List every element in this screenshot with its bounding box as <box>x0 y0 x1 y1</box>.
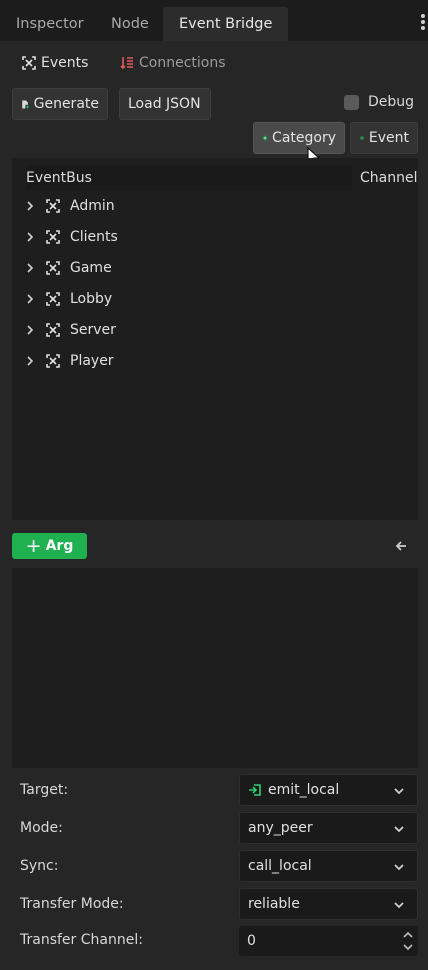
chevron-right-icon[interactable] <box>24 231 36 243</box>
mode-label: Mode: <box>20 820 63 836</box>
add-icon: + <box>25 534 42 557</box>
subtab-connections[interactable]: Connections <box>120 52 226 74</box>
sync-select[interactable]: call_local <box>239 850 418 882</box>
tree-expand-icon <box>46 354 60 368</box>
generate-icon <box>22 100 30 109</box>
chevron-right-icon[interactable] <box>24 324 36 336</box>
tree-item-label: Server <box>70 322 116 338</box>
transfer-mode-select[interactable]: reliable <box>239 888 418 920</box>
tree-expand-icon <box>46 230 60 244</box>
tab-bar: Inspector Node Event Bridge <box>0 0 428 41</box>
sync-value: call_local <box>248 858 312 874</box>
target-value: emit_local <box>268 782 340 798</box>
chevron-down-icon <box>394 864 404 871</box>
event-bridge-panel: Events Connections Generate Load JSON De… <box>0 41 428 970</box>
transfer-channel-value: 0 <box>247 933 256 949</box>
chevron-right-icon[interactable] <box>24 262 36 274</box>
tree-item-label: Lobby <box>70 291 113 307</box>
add-category-label: Category <box>272 130 336 146</box>
transfer-channel-label: Transfer Channel: <box>20 932 143 948</box>
tree-item-player[interactable]: Player <box>24 349 114 373</box>
column-channel[interactable]: Channel <box>348 166 418 190</box>
tab-event-bridge[interactable]: Event Bridge <box>163 7 289 41</box>
tab-inspector[interactable]: Inspector <box>0 7 100 41</box>
subtab-connections-label: Connections <box>139 55 226 71</box>
load-json-button[interactable]: Load JSON <box>119 88 211 120</box>
column-eventbus[interactable]: EventBus <box>26 166 352 190</box>
tree-expand-icon <box>46 199 60 213</box>
mode-select[interactable]: any_peer <box>239 812 418 844</box>
transfer-mode-value: reliable <box>248 896 300 912</box>
target-select[interactable]: emit_local <box>239 774 418 806</box>
transfer-channel-spinbox[interactable]: 0 <box>239 926 418 956</box>
debug-checkbox[interactable] <box>344 94 359 110</box>
add-event-label: Event <box>368 130 409 146</box>
kebab-icon[interactable] <box>420 14 426 32</box>
chevron-down-icon <box>394 788 404 795</box>
tree-item-label: Player <box>70 353 114 369</box>
tree-expand-icon <box>46 323 60 337</box>
mode-value: any_peer <box>248 820 313 836</box>
tree-item-lobby[interactable]: Lobby <box>24 287 112 311</box>
tree-item-game[interactable]: Game <box>24 256 112 280</box>
chevron-down-icon <box>394 902 404 909</box>
tree-item-label: Admin <box>70 198 115 214</box>
connections-icon <box>120 57 133 70</box>
tree-expand-icon <box>46 292 60 306</box>
debug-label: Debug <box>368 94 415 110</box>
load-json-label: Load JSON <box>128 96 201 112</box>
event-tree[interactable]: EventBus Channel Admin Clients Game Lobb… <box>12 158 418 520</box>
add-icon <box>359 135 365 141</box>
sync-label: Sync: <box>20 858 59 874</box>
generate-label: Generate <box>33 96 99 112</box>
tab-node[interactable]: Node <box>95 7 165 41</box>
tree-item-label: Clients <box>70 229 118 245</box>
chevron-right-icon[interactable] <box>24 355 36 367</box>
add-arg-button[interactable]: + Arg <box>12 533 87 559</box>
add-icon <box>262 135 268 141</box>
tree-item-clients[interactable]: Clients <box>24 225 118 249</box>
chevron-right-icon[interactable] <box>24 293 36 305</box>
signal-icon <box>249 784 261 796</box>
add-event-button[interactable]: Event <box>350 122 418 154</box>
tree-expand-icon <box>46 261 60 275</box>
tree-item-label: Game <box>70 260 112 276</box>
add-arg-label: Arg <box>45 538 74 554</box>
tree-header: EventBus Channel <box>24 166 418 190</box>
args-list[interactable] <box>12 568 418 768</box>
tree-expand-icon <box>22 56 36 70</box>
target-label: Target: <box>20 782 69 798</box>
back-arrow-icon[interactable] <box>393 538 409 554</box>
tree-item-server[interactable]: Server <box>24 318 116 342</box>
add-category-button[interactable]: Category <box>253 122 345 154</box>
debug-toggle[interactable]: Debug <box>344 94 414 110</box>
spin-arrows-icon[interactable] <box>402 928 414 954</box>
subtab-events-label: Events <box>41 55 89 71</box>
transfer-mode-label: Transfer Mode: <box>20 896 124 912</box>
tree-item-admin[interactable]: Admin <box>24 194 115 218</box>
generate-button[interactable]: Generate <box>12 88 108 120</box>
chevron-down-icon <box>394 826 404 833</box>
chevron-right-icon[interactable] <box>24 200 36 212</box>
subtab-events[interactable]: Events <box>22 52 88 74</box>
